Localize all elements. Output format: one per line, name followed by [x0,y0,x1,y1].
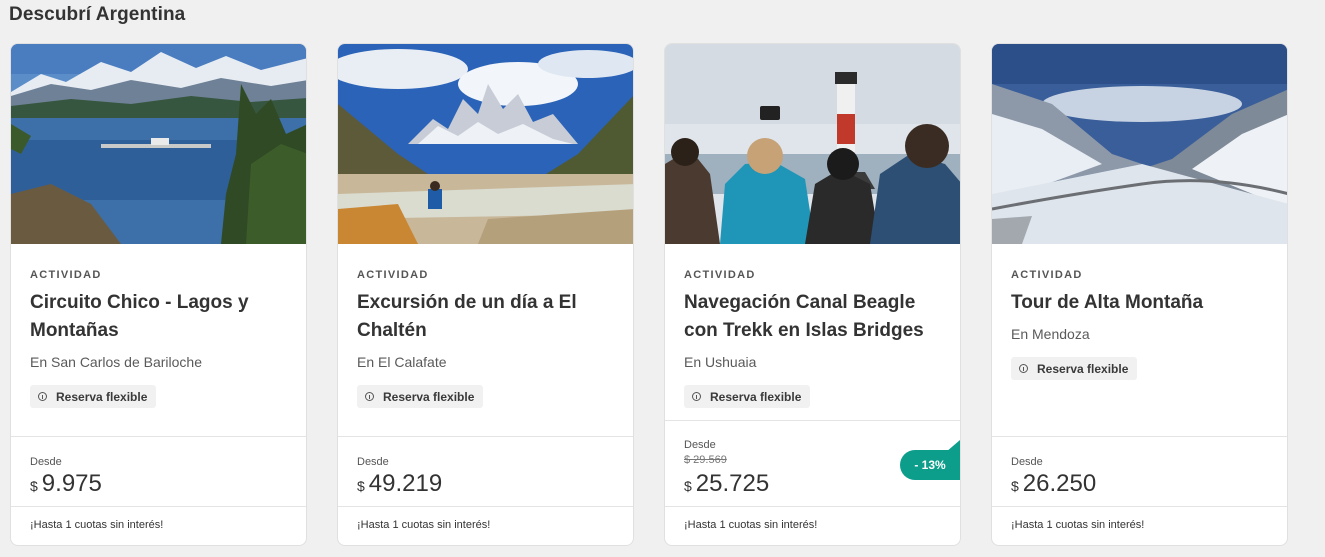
card-type-label: ACTIVIDAD [1011,269,1083,281]
badge-label: Reserva flexible [383,389,475,404]
activity-card[interactable]: ACTIVIDAD Excursión de un día a El Chalt… [337,43,634,546]
card-title[interactable]: Navegación Canal Beagle con Trekk en Isl… [684,289,949,345]
flexible-booking-badge: Reserva flexible [1011,357,1138,380]
info-circle-icon [1019,364,1028,373]
old-price: $ 29.569 [684,454,727,466]
badge-label: Reserva flexible [1037,361,1129,376]
installments-text: ¡Hasta 1 cuotas sin interés! [30,519,164,531]
card-type-label: ACTIVIDAD [357,269,429,281]
flexible-booking-badge: Reserva flexible [357,385,484,408]
card-image-lake[interactable] [11,44,306,244]
card-location: En Ushuaia [684,354,757,370]
price: $25.725 [684,470,769,498]
card-type-label: ACTIVIDAD [684,269,756,281]
installments-text: ¡Hasta 1 cuotas sin interés! [357,519,491,531]
card-location: En San Carlos de Bariloche [30,354,202,370]
currency-symbol: $ [357,478,365,494]
activity-card[interactable]: ACTIVIDAD Circuito Chico - Lagos y Monta… [10,43,307,546]
installments-text: ¡Hasta 1 cuotas sin interés! [1011,519,1145,531]
from-label: Desde [357,456,389,468]
divider [11,436,306,437]
from-label: Desde [684,439,716,451]
currency-symbol: $ [30,478,38,494]
from-label: Desde [1011,456,1043,468]
flexible-booking-badge: Reserva flexible [684,385,811,408]
price: $26.250 [1011,470,1096,498]
card-image-lighthouse[interactable] [665,44,960,244]
price-value: 49.219 [368,470,443,497]
card-location: En Mendoza [1011,326,1090,342]
badge-label: Reserva flexible [710,389,802,404]
info-circle-icon [692,392,701,401]
badge-label: Reserva flexible [56,389,148,404]
installments-text: ¡Hasta 1 cuotas sin interés! [684,519,818,531]
price-value: 26.250 [1022,470,1097,497]
discount-label: - 13% [900,450,960,480]
divider [665,420,960,421]
card-title[interactable]: Tour de Alta Montaña [1011,289,1276,317]
section-title: Descubrí Argentina [9,4,186,25]
price: $49.219 [357,470,442,498]
activity-card[interactable]: ACTIVIDAD Navegación Canal Beagle con Tr… [664,43,961,546]
divider [338,436,633,437]
from-label: Desde [30,456,62,468]
discount-badge: - 13% [898,440,960,485]
card-title[interactable]: Excursión de un día a El Chaltén [357,289,622,345]
info-circle-icon [365,392,374,401]
divider [992,506,1287,507]
flexible-booking-badge: Reserva flexible [30,385,157,408]
card-title[interactable]: Circuito Chico - Lagos y Montañas [30,289,295,345]
card-type-label: ACTIVIDAD [30,269,102,281]
activity-card[interactable]: ACTIVIDAD Tour de Alta Montaña En Mendoz… [991,43,1288,546]
price-value: 9.975 [41,470,102,497]
divider [11,506,306,507]
divider [338,506,633,507]
info-circle-icon [38,392,47,401]
card-location: En El Calafate [357,354,447,370]
divider [665,506,960,507]
price: $9.975 [30,470,102,498]
currency-symbol: $ [1011,478,1019,494]
divider [992,436,1287,437]
card-image-snow-mountains[interactable] [992,44,1287,244]
currency-symbol: $ [684,478,692,494]
card-image-mountain[interactable] [338,44,633,244]
price-value: 25.725 [695,470,770,497]
